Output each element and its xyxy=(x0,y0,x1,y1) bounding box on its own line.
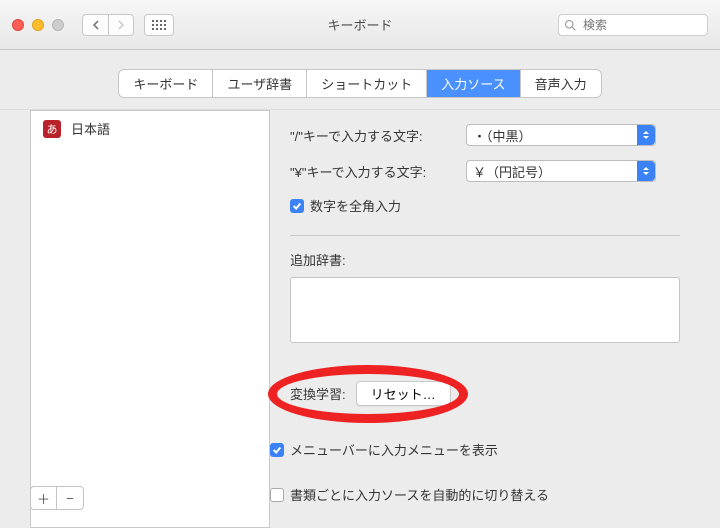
source-item-label: 日本語 xyxy=(71,119,110,138)
nav-buttons xyxy=(82,14,134,36)
close-window-button[interactable] xyxy=(12,19,24,31)
add-remove-buttons: ＋ − xyxy=(30,486,84,510)
tab-shortcuts[interactable]: ショートカット xyxy=(307,70,427,97)
tab-input-sources[interactable]: 入力ソース xyxy=(427,70,520,97)
learning-label: 変換学習: xyxy=(290,384,346,403)
updown-arrows-icon xyxy=(637,125,655,145)
chevron-right-icon xyxy=(117,20,125,30)
slash-key-label: "/"キーで入力する文字: xyxy=(290,126,460,145)
window-controls xyxy=(12,19,64,31)
content-area: あ 日本語 "/"キーで入力する文字: ・（中黒） "¥"キーで入力する文字: … xyxy=(0,110,720,528)
updown-arrows-icon xyxy=(637,161,655,181)
minimize-window-button[interactable] xyxy=(32,19,44,31)
yen-key-dropdown[interactable]: ￥（円記号） xyxy=(466,160,656,182)
check-icon xyxy=(272,445,282,455)
input-source-list[interactable]: あ 日本語 xyxy=(30,110,270,528)
chevron-left-icon xyxy=(92,20,100,30)
show-input-menu-label: メニューバーに入力メニューを表示 xyxy=(290,440,498,459)
add-source-button[interactable]: ＋ xyxy=(31,487,57,509)
segmented-tabs: キーボード ユーザ辞書 ショートカット 入力ソース 音声入力 xyxy=(119,70,600,97)
auto-switch-label: 書類ごとに入力ソースを自動的に切り替える xyxy=(290,485,549,504)
extra-dictionary-section: 追加辞書: xyxy=(290,250,680,343)
check-icon xyxy=(292,201,302,211)
extra-dictionary-label: 追加辞書: xyxy=(290,253,346,268)
show-all-button[interactable] xyxy=(144,14,174,36)
search-icon xyxy=(564,19,576,31)
japanese-hiragana-icon: あ xyxy=(43,120,61,138)
divider xyxy=(290,235,680,236)
back-button[interactable] xyxy=(82,14,108,36)
tab-keyboard[interactable]: キーボード xyxy=(119,70,213,97)
grid-icon xyxy=(152,20,166,30)
slash-key-dropdown[interactable]: ・（中黒） xyxy=(466,124,656,146)
footer: ＋ − メニューバーに入力メニューを表示 書類ごとに入力ソースを自動的に切り替え… xyxy=(30,486,690,510)
fullwidth-digits-checkbox[interactable] xyxy=(290,199,304,213)
yen-key-label: "¥"キーで入力する文字: xyxy=(290,162,460,181)
search-input[interactable] xyxy=(558,14,708,36)
auto-switch-checkbox[interactable] xyxy=(270,488,284,502)
zoom-window-button[interactable] xyxy=(52,19,64,31)
dropdown-value: ・（中黒） xyxy=(473,126,532,145)
remove-source-button[interactable]: − xyxy=(57,487,83,509)
extra-dictionary-list[interactable] xyxy=(290,277,680,343)
reset-learning-button[interactable]: リセット… xyxy=(356,381,451,406)
show-input-menu-checkbox[interactable] xyxy=(270,443,284,457)
tab-bar: キーボード ユーザ辞書 ショートカット 入力ソース 音声入力 xyxy=(0,50,720,110)
dropdown-value: ￥（円記号） xyxy=(473,162,551,181)
search-wrap xyxy=(558,14,708,36)
tab-dictation[interactable]: 音声入力 xyxy=(521,70,601,97)
titlebar: キーボード xyxy=(0,0,720,50)
preferences-window: キーボード キーボード ユーザ辞書 ショートカット 入力ソース 音声入力 あ 日… xyxy=(0,0,720,528)
tab-user-dictionary[interactable]: ユーザ辞書 xyxy=(213,70,307,97)
learning-reset-row: 変換学習: リセット… xyxy=(290,381,680,406)
source-item-japanese[interactable]: あ 日本語 xyxy=(31,111,269,147)
forward-button[interactable] xyxy=(108,14,134,36)
fullwidth-digits-label: 数字を全角入力 xyxy=(310,196,401,215)
